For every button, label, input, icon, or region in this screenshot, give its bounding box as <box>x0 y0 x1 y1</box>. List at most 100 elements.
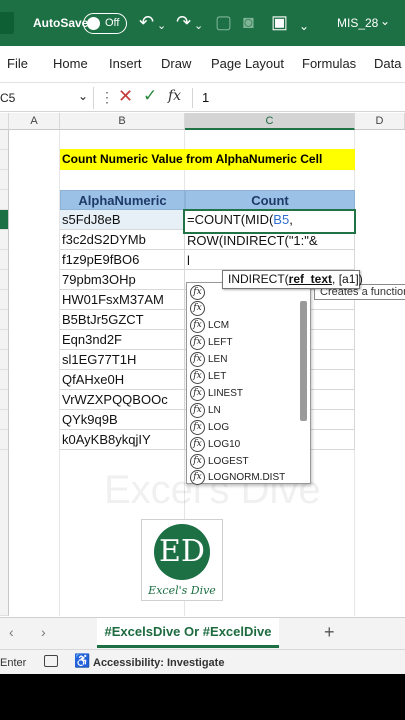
alphanumeric-cell[interactable]: VrWZXPQQBOOc <box>60 390 185 410</box>
autocomplete-scrollbar[interactable] <box>300 301 307 421</box>
undo-icon[interactable]: ↶ <box>139 12 154 32</box>
enter-check-icon[interactable]: ✓ <box>143 86 157 106</box>
macro-record-icon[interactable] <box>44 655 58 667</box>
function-icon: fx <box>190 386 205 401</box>
column-header-b[interactable]: B <box>60 113 185 130</box>
alphanumeric-cell[interactable]: HW01FsxM37AM <box>60 290 185 310</box>
row-header-selected[interactable] <box>0 210 9 230</box>
tooltip-rest: , [a1]) <box>332 272 363 286</box>
image-icon[interactable]: ▢ <box>215 12 232 32</box>
row-header[interactable] <box>0 130 9 150</box>
formula-line-3[interactable]: l <box>187 253 190 268</box>
sheet-tab-bar: ‹ › #ExcelsDive Or #ExcelDive + <box>0 617 405 649</box>
save-icon[interactable]: ▣ <box>271 12 288 32</box>
row-header[interactable] <box>0 330 9 350</box>
tooltip-arg-ref-text[interactable]: ref_text <box>289 272 332 286</box>
select-all-corner[interactable] <box>0 113 9 130</box>
column-header-d[interactable]: D <box>355 113 405 130</box>
header-count[interactable]: Count <box>185 190 355 210</box>
autocomplete-item-lognorm-dist[interactable]: fx LOGNORM.DIST <box>190 469 302 487</box>
alphanumeric-cell[interactable]: s5FdJ8eB <box>60 210 185 230</box>
column-header-c[interactable]: C <box>185 113 355 130</box>
autocomplete-item-lcm[interactable]: fx LCM <box>190 317 302 335</box>
insert-function-icon[interactable]: fx <box>168 88 181 104</box>
name-box[interactable]: C5 ⌄ <box>0 87 94 109</box>
accessibility-icon[interactable]: ♿ <box>74 653 90 669</box>
divider <box>192 88 193 108</box>
chevron-down-icon[interactable]: ⌄ <box>380 14 390 28</box>
row-header[interactable] <box>0 270 9 290</box>
tab-page-layout[interactable]: Page Layout <box>211 56 284 71</box>
alphanumeric-cell[interactable]: sl1EG77T1H <box>60 350 185 370</box>
row-header[interactable] <box>0 250 9 270</box>
function-icon: fx <box>190 285 205 300</box>
chevron-down-icon[interactable]: ⌄ <box>78 89 88 103</box>
tab-home[interactable]: Home <box>53 56 88 71</box>
autocomplete-item-linest[interactable]: fx LINEST <box>190 385 302 403</box>
autocomplete-item-left[interactable]: fx LEFT <box>190 334 302 352</box>
tab-insert[interactable]: Insert <box>109 56 142 71</box>
function-icon: fx <box>190 352 205 367</box>
toggle-knob <box>87 17 100 30</box>
autocomplete-item-let[interactable]: fx LET <box>190 368 302 386</box>
more-icon[interactable]: ⋮ <box>100 89 114 106</box>
redo-icon[interactable]: ↷ <box>176 12 191 32</box>
redo-dropdown-icon[interactable]: ⌄ <box>194 16 203 36</box>
undo-dropdown-icon[interactable]: ⌄ <box>157 16 166 36</box>
row-header[interactable] <box>0 410 9 430</box>
chevron-left-icon[interactable]: ‹ <box>9 624 14 640</box>
function-icon: fx <box>190 420 205 435</box>
row-header[interactable] <box>0 350 9 370</box>
row-header[interactable] <box>0 310 9 330</box>
alphanumeric-cell[interactable]: 79pbm3OHp <box>60 270 185 290</box>
camera-icon[interactable]: ◙ <box>243 12 254 32</box>
row-header[interactable] <box>0 230 9 250</box>
cancel-icon[interactable]: ✕ <box>118 86 133 107</box>
count-cell[interactable] <box>185 250 355 270</box>
row-header[interactable] <box>0 150 9 170</box>
tab-draw[interactable]: Draw <box>161 56 191 71</box>
formula-line-1[interactable]: =COUNT(MID(B5, <box>187 212 293 227</box>
autosave-toggle[interactable]: Off <box>83 13 127 34</box>
autocomplete-item-ln[interactable]: fx LN <box>190 402 302 420</box>
tab-file[interactable]: File <box>7 56 28 71</box>
letterbox-bar <box>0 674 405 720</box>
status-bar: Enter ♿ Accessibility: Investigate <box>0 649 405 674</box>
function-icon: fx <box>190 403 205 418</box>
autocomplete-item[interactable]: fx <box>190 300 302 318</box>
function-icon: fx <box>190 335 205 350</box>
alphanumeric-cell[interactable]: B5BtJr5GZCT <box>60 310 185 330</box>
row-header[interactable] <box>0 430 9 450</box>
sheet-tab-active[interactable]: #ExcelsDive Or #ExcelDive <box>97 618 279 648</box>
add-sheet-button[interactable]: + <box>324 622 335 643</box>
alphanumeric-cell[interactable]: f1z9pE9fBO6 <box>60 250 185 270</box>
row-header[interactable] <box>0 450 9 616</box>
tooltip-fn: INDIRECT( <box>228 272 289 286</box>
alphanumeric-cell[interactable]: QfAHxe0H <box>60 370 185 390</box>
autocomplete-item-log[interactable]: fx LOG <box>190 419 302 437</box>
tab-formulas[interactable]: Formulas <box>302 56 356 71</box>
alphanumeric-cell[interactable]: QYk9q9B <box>60 410 185 430</box>
chevron-right-icon[interactable]: › <box>41 624 46 640</box>
row-header[interactable] <box>0 170 9 190</box>
formula-line-2[interactable]: ROW(INDIRECT("1:"& <box>187 233 318 248</box>
tab-data[interactable]: Data <box>374 56 401 71</box>
alphanumeric-cell[interactable]: Eqn3nd2F <box>60 330 185 350</box>
header-alphanumeric[interactable]: AlphaNumeric <box>60 190 185 210</box>
accessibility-status[interactable]: Accessibility: Investigate <box>93 657 224 669</box>
column-header-a[interactable]: A <box>9 113 60 130</box>
alphanumeric-cell[interactable]: f3c2dS2DYMb <box>60 230 185 250</box>
autocomplete-item-log10[interactable]: fx LOG10 <box>190 436 302 454</box>
row-header[interactable] <box>0 290 9 310</box>
row-header[interactable] <box>0 370 9 390</box>
function-autocomplete-list[interactable]: fx fx fx LCM fx LEFT fx LEN fx LET fx LINEST … <box>186 282 311 487</box>
alphanumeric-cell[interactable]: k0AyKB8ykqjIY <box>60 430 185 450</box>
row-header[interactable] <box>0 390 9 410</box>
sheet-title-cell[interactable]: Count Numeric Value from AlphaNumeric Ce… <box>60 149 355 170</box>
autocomplete-item-len[interactable]: fx LEN <box>190 351 302 369</box>
formula-input[interactable]: 1 <box>202 90 209 105</box>
function-signature-tooltip: INDIRECT(ref_text, [a1]) <box>222 270 363 289</box>
customize-toolbar-icon[interactable]: ⌄ <box>299 16 309 36</box>
row-header[interactable] <box>0 190 9 210</box>
file-name[interactable]: MIS_28 <box>337 16 378 30</box>
